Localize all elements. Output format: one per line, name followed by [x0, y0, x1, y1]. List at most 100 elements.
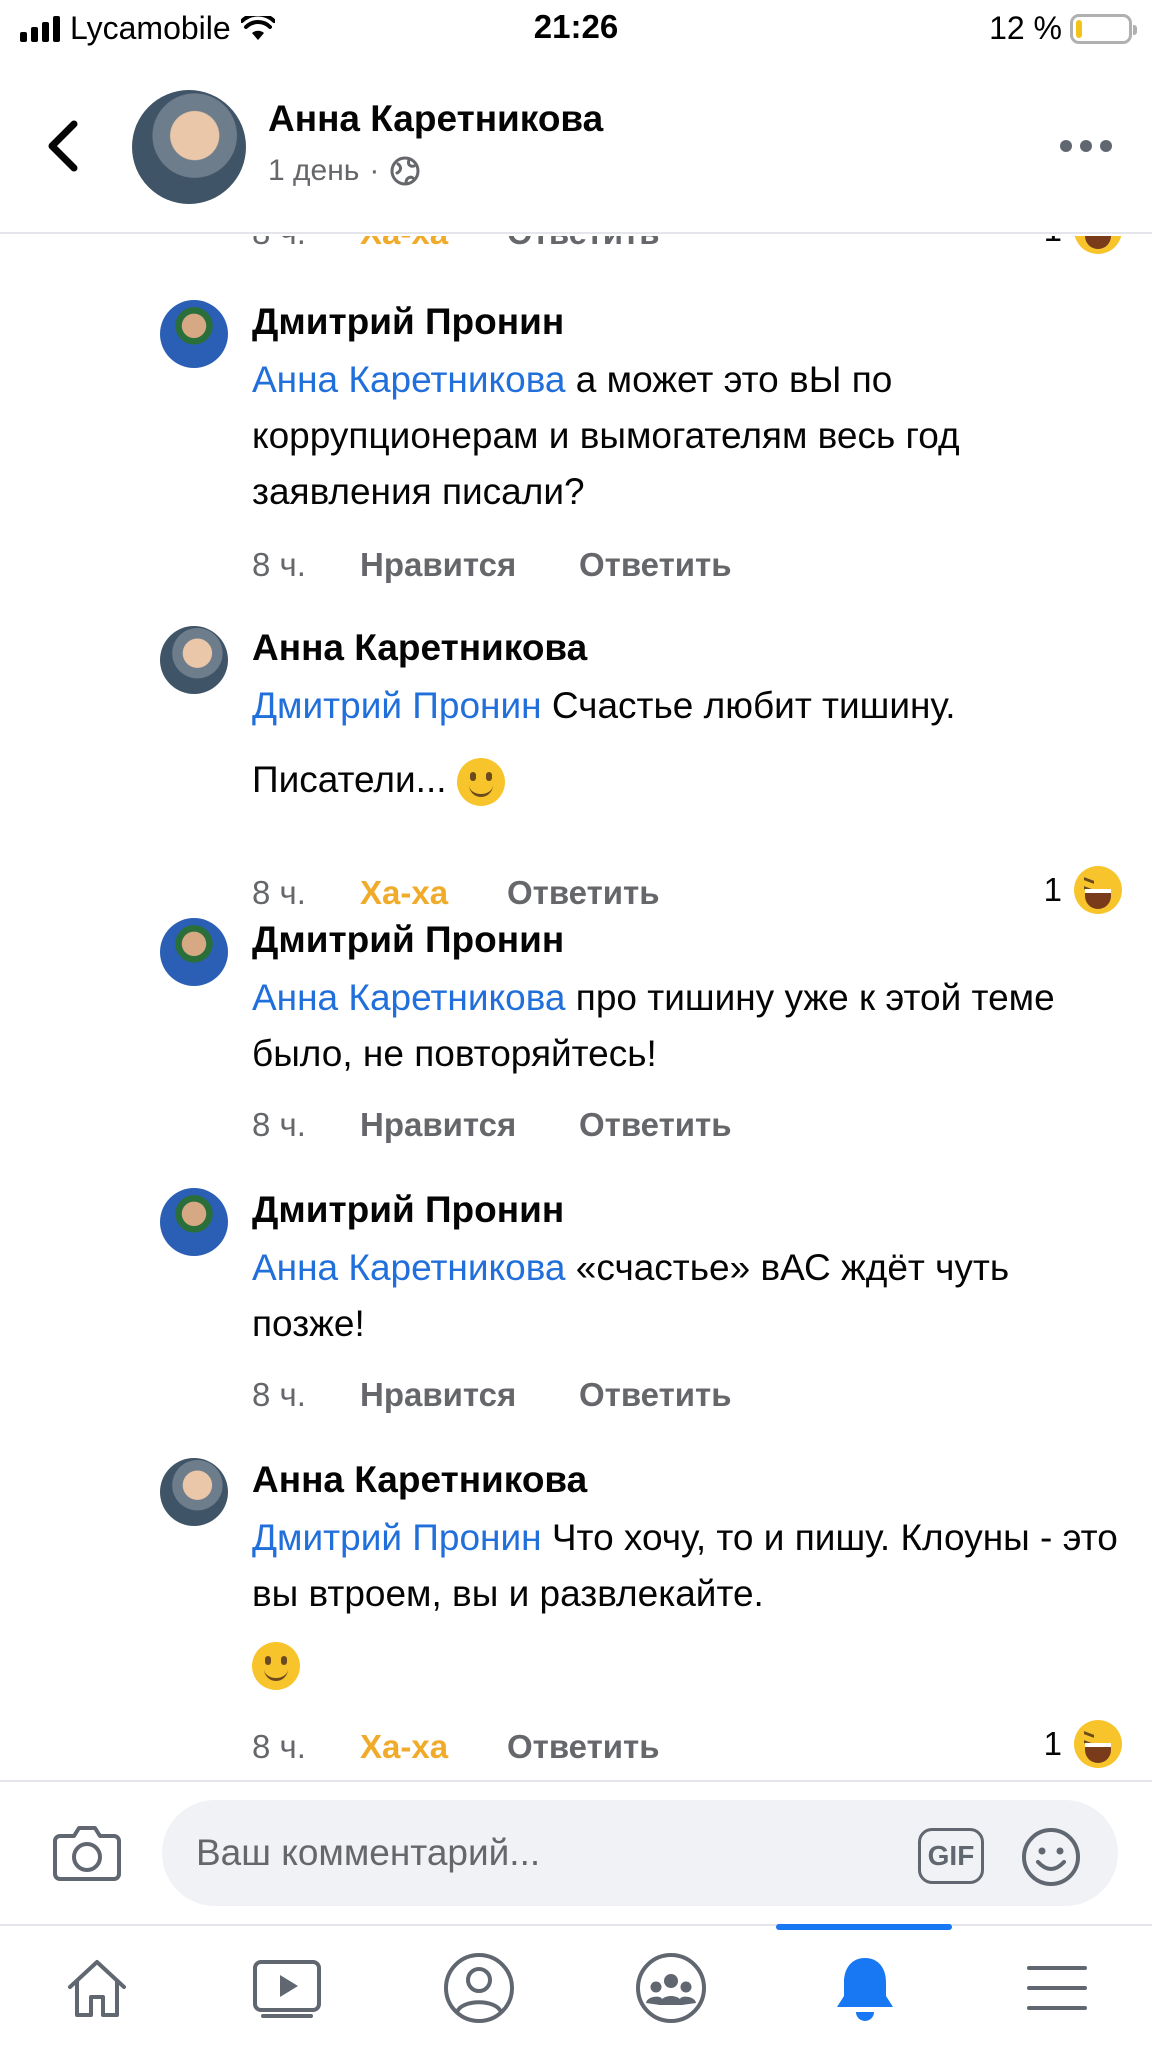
status-right: 12 %: [989, 10, 1137, 47]
partial-comment-actions: 8 ч. Ха-ха Ответить 1: [252, 236, 1122, 270]
avatar[interactable]: [160, 918, 228, 986]
reply-button[interactable]: Ответить: [579, 1376, 732, 1414]
comment-body: Дмитрий Пронин Анна Каретникова «счастье…: [252, 1188, 1122, 1352]
comment-time: 8 ч.: [252, 1728, 306, 1765]
notifications-icon: [837, 1958, 893, 2021]
reply-button[interactable]: Ответить: [507, 1728, 660, 1766]
comment-author[interactable]: Дмитрий Пронин: [252, 918, 1122, 962]
comment-message: Писатели...: [252, 759, 447, 800]
comment-author[interactable]: Анна Каретникова: [252, 626, 1122, 670]
mention-link[interactable]: Дмитрий Пронин: [252, 685, 542, 726]
back-button[interactable]: [40, 116, 90, 176]
comment-text: Анна Каретникова про тишину уже к этой т…: [252, 970, 1122, 1082]
comment-time: 8 ч.: [252, 546, 306, 583]
camera-button[interactable]: [52, 1822, 122, 1882]
mention-link[interactable]: Анна Каретникова: [252, 359, 566, 400]
comment-text: Дмитрий Пронин Счастье любит тишину.: [252, 678, 1122, 734]
like-button[interactable]: Нравится: [360, 546, 516, 584]
reaction-count: 1: [1043, 1725, 1062, 1762]
comment-actions: 8 ч. Нравится Ответить: [252, 1106, 1122, 1150]
comment-author[interactable]: Анна Каретникова: [252, 1458, 1122, 1502]
meta-separator: ·: [369, 154, 380, 187]
comment-text: Дмитрий Пронин Что хочу, то и пишу. Клоу…: [252, 1510, 1122, 1622]
post-time: 1 день: [268, 154, 360, 187]
haha-button[interactable]: Ха-ха: [360, 1728, 448, 1766]
globe-icon: [390, 156, 420, 186]
comment-composer: GIF: [0, 1780, 1152, 1924]
gif-label: GIF: [927, 1840, 975, 1871]
comment-time: 8 ч.: [252, 236, 306, 252]
page-title[interactable]: Анна Каретникова: [268, 98, 603, 140]
dot-icon: [1100, 140, 1112, 152]
more-options-button[interactable]: [1060, 136, 1112, 156]
smiley-emoji-icon: [252, 1642, 300, 1691]
laugh-reaction-icon: [1074, 236, 1122, 254]
comment-author[interactable]: Дмитрий Пронин: [252, 300, 1122, 344]
dot-icon: [1060, 140, 1072, 152]
comment-actions: 8 ч. Ха-ха Ответить 1: [252, 236, 1122, 258]
post-header: Анна Каретникова 1 день ·: [0, 58, 1152, 234]
comment-text: Анна Каретникова «счастье» вАС ждёт чуть…: [252, 1240, 1122, 1352]
comment-actions: 8 ч. Ха-ха Ответить 1: [252, 1720, 1122, 1772]
reaction-summary[interactable]: 1: [1044, 866, 1122, 914]
reply-button[interactable]: Ответить: [507, 236, 660, 252]
mention-link[interactable]: Дмитрий Пронин: [252, 1517, 542, 1558]
avatar[interactable]: [160, 300, 228, 368]
comment-time: 8 ч.: [252, 874, 306, 911]
tab-menu[interactable]: [1012, 1948, 1102, 2028]
active-tab-indicator: [776, 1924, 952, 1930]
reply-button[interactable]: Ответить: [507, 874, 660, 912]
haha-button[interactable]: Ха-ха: [360, 874, 448, 912]
reaction-summary[interactable]: 1: [1044, 236, 1122, 254]
tab-home[interactable]: [52, 1948, 142, 2028]
camera-icon: [53, 1826, 121, 1881]
gif-button[interactable]: GIF: [918, 1828, 984, 1884]
comment-actions: 8 ч. Нравится Ответить: [252, 546, 1122, 590]
mention-link[interactable]: Анна Каретникова: [252, 1247, 566, 1288]
comment-author[interactable]: Дмитрий Пронин: [252, 1188, 1122, 1232]
comment-body: Дмитрий Пронин Анна Каретникова про тиши…: [252, 918, 1122, 1082]
groups-icon: [636, 1953, 706, 2023]
comment-actions: 8 ч. Нравится Ответить: [252, 1376, 1122, 1420]
comment-text-line: [252, 1636, 1122, 1692]
battery-level: [1076, 19, 1082, 38]
avatar[interactable]: [160, 626, 228, 694]
bottom-tab-bar: [0, 1924, 1152, 2048]
comment-body: Анна Каретникова Дмитрий Пронин Счастье …: [252, 626, 1122, 808]
reaction-count: 1: [1043, 871, 1062, 908]
tab-video[interactable]: [242, 1948, 332, 2028]
smiley-emoji-icon: [456, 758, 505, 807]
avatar[interactable]: [160, 1188, 228, 1256]
mention-link[interactable]: Анна Каретникова: [252, 977, 566, 1018]
video-icon: [253, 1960, 321, 2018]
reply-button[interactable]: Ответить: [579, 1106, 732, 1144]
tab-groups[interactable]: [626, 1948, 716, 2028]
reaction-count: 1: [1044, 236, 1062, 249]
emoji-button[interactable]: [1020, 1826, 1082, 1888]
comment-message: Счастье любит тишину.: [541, 685, 956, 726]
comment-time: 8 ч.: [252, 1376, 306, 1413]
tab-notifications[interactable]: [820, 1948, 910, 2028]
chevron-left-icon: [48, 120, 78, 172]
status-bar: Lycamobile 21:26 12 %: [0, 0, 1152, 58]
avatar[interactable]: [160, 1458, 228, 1526]
home-icon: [68, 1960, 126, 2017]
reply-button[interactable]: Ответить: [579, 546, 732, 584]
laugh-reaction-icon: [1074, 1720, 1122, 1768]
comments-list: 8 ч. Ха-ха Ответить 1 Дмитрий Пронин Анн…: [0, 236, 1152, 1780]
battery-icon: [1070, 13, 1137, 44]
smiley-icon: [1022, 1828, 1080, 1886]
post-meta: 1 день ·: [268, 154, 421, 188]
status-time: 21:26: [533, 8, 619, 45]
menu-icon: [1027, 1966, 1087, 2010]
haha-button[interactable]: Ха-ха: [360, 236, 448, 252]
tab-profile[interactable]: [434, 1948, 524, 2028]
comment-text-line: Писатели...: [252, 752, 1122, 808]
reaction-summary[interactable]: 1: [1044, 1720, 1122, 1768]
dot-icon: [1080, 140, 1092, 152]
avatar[interactable]: [132, 90, 246, 204]
comment-text: Анна Каретникова а может это вЫ по корру…: [252, 352, 1122, 520]
like-button[interactable]: Нравится: [360, 1376, 516, 1414]
profile-icon: [444, 1953, 514, 2023]
like-button[interactable]: Нравится: [360, 1106, 516, 1144]
